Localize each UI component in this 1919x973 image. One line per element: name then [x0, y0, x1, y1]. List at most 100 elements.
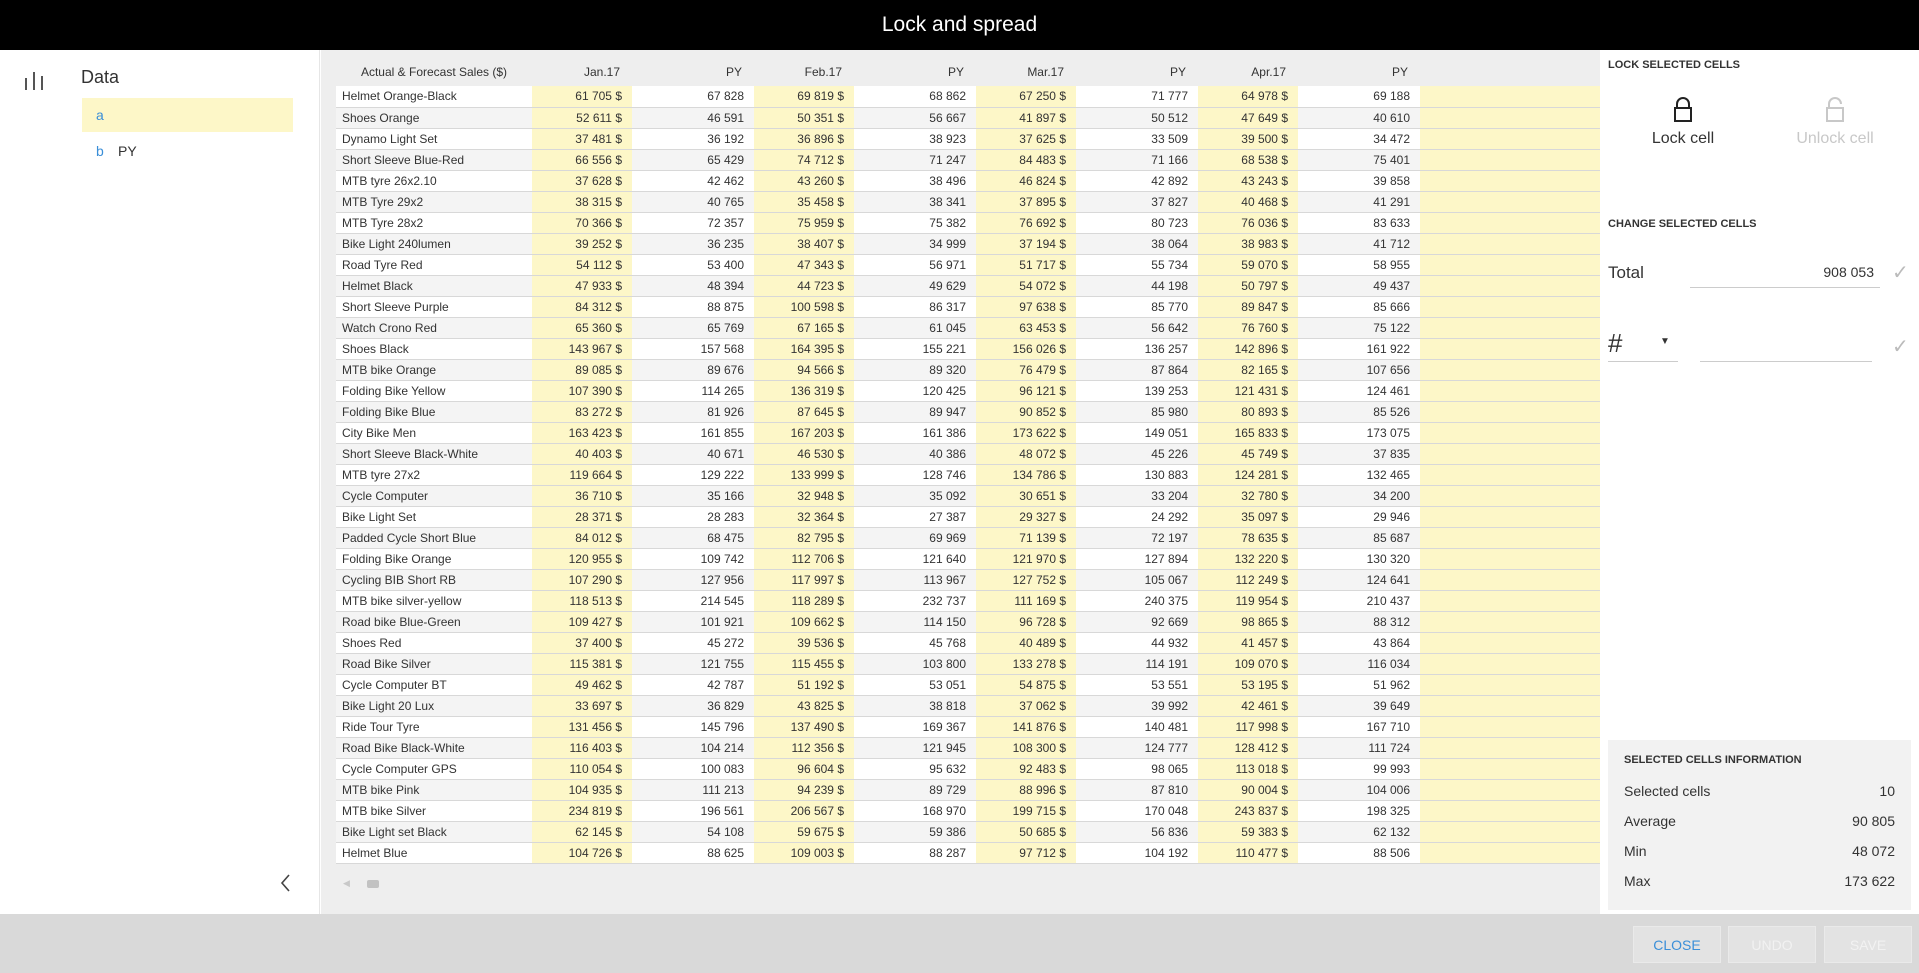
forecast-cell[interactable]: 43 260 $	[754, 170, 854, 192]
forecast-cell[interactable]: 42 461 $	[1198, 695, 1298, 717]
prior-year-cell[interactable]: 36 829	[632, 695, 754, 717]
forecast-cell[interactable]: 143 967 $	[532, 338, 632, 360]
product-name-cell[interactable]: Short Sleeve Blue-Red	[336, 149, 532, 171]
product-name-cell[interactable]: Bike Light 240lumen	[336, 233, 532, 255]
forecast-cell[interactable]: 35 097 $	[1198, 506, 1298, 528]
prior-year-cell[interactable]: 75 401	[1298, 149, 1420, 171]
prior-year-cell[interactable]: 34 472	[1298, 128, 1420, 150]
prior-year-cell[interactable]: 210 437	[1298, 590, 1420, 612]
forecast-cell[interactable]: 134 786 $	[976, 464, 1076, 486]
forecast-cell[interactable]: 46 530 $	[754, 443, 854, 465]
product-name-cell[interactable]: Cycling BIB Short RB	[336, 569, 532, 591]
prior-year-cell[interactable]: 83 633	[1298, 212, 1420, 234]
forecast-cell[interactable]: 29 327 $	[976, 506, 1076, 528]
prior-year-cell[interactable]: 85 666	[1298, 296, 1420, 318]
forecast-cell[interactable]: 67 165 $	[754, 317, 854, 339]
product-name-cell[interactable]: MTB bike Silver	[336, 800, 532, 822]
prior-year-cell[interactable]: 51 962	[1298, 674, 1420, 696]
product-name-cell[interactable]: Road Tyre Red	[336, 254, 532, 276]
forecast-cell[interactable]: 40 489 $	[976, 632, 1076, 654]
product-name-cell[interactable]: Bike Light Set	[336, 506, 532, 528]
forecast-cell[interactable]: 63 453 $	[976, 317, 1076, 339]
prior-year-cell[interactable]: 89 729	[854, 779, 976, 801]
forecast-cell[interactable]: 100 598 $	[754, 296, 854, 318]
forecast-cell[interactable]: 97 712 $	[976, 842, 1076, 864]
scroll-left-icon[interactable]: ◀	[343, 878, 350, 889]
forecast-cell[interactable]: 163 423 $	[532, 422, 632, 444]
forecast-cell[interactable]: 82 165 $	[1198, 359, 1298, 381]
forecast-cell[interactable]: 167 203 $	[754, 422, 854, 444]
product-name-cell[interactable]: Road Bike Silver	[336, 653, 532, 675]
caret-down-icon[interactable]: ▼	[1660, 336, 1670, 347]
prior-year-cell[interactable]: 87 864	[1076, 359, 1198, 381]
prior-year-cell[interactable]: 40 671	[632, 443, 754, 465]
product-name-cell[interactable]: Short Sleeve Black-White	[336, 443, 532, 465]
prior-year-cell[interactable]: 56 836	[1076, 821, 1198, 843]
forecast-cell[interactable]: 38 983 $	[1198, 233, 1298, 255]
forecast-cell[interactable]: 164 395 $	[754, 338, 854, 360]
forecast-cell[interactable]: 84 312 $	[532, 296, 632, 318]
product-name-cell[interactable]: Folding Bike Yellow	[336, 380, 532, 402]
prior-year-cell[interactable]: 42 892	[1076, 170, 1198, 192]
prior-year-cell[interactable]: 95 632	[854, 758, 976, 780]
prior-year-cell[interactable]: 34 200	[1298, 485, 1420, 507]
forecast-cell[interactable]: 36 896 $	[754, 128, 854, 150]
forecast-cell[interactable]: 137 490 $	[754, 716, 854, 738]
number-format-symbol[interactable]: #	[1608, 328, 1622, 359]
prior-year-cell[interactable]: 101 921	[632, 611, 754, 633]
product-name-cell[interactable]: Road Bike Black-White	[336, 737, 532, 759]
product-name-cell[interactable]: Cycle Computer BT	[336, 674, 532, 696]
forecast-cell[interactable]: 124 281 $	[1198, 464, 1298, 486]
prior-year-cell[interactable]: 136 257	[1076, 338, 1198, 360]
data-grid[interactable]: Actual & Forecast Sales ($) Jan.17 PY Feb.1…	[336, 58, 1801, 871]
prior-year-cell[interactable]: 58 955	[1298, 254, 1420, 276]
prior-year-cell[interactable]: 240 375	[1076, 590, 1198, 612]
product-name-cell[interactable]: Ride Tour Tyre	[336, 716, 532, 738]
sidebar-item-b[interactable]: b PY	[82, 134, 293, 168]
prior-year-cell[interactable]: 196 561	[632, 800, 754, 822]
forecast-cell[interactable]: 40 468 $	[1198, 191, 1298, 213]
forecast-cell[interactable]: 115 455 $	[754, 653, 854, 675]
forecast-cell[interactable]: 119 954 $	[1198, 590, 1298, 612]
forecast-cell[interactable]: 127 752 $	[976, 569, 1076, 591]
check-icon[interactable]: ✓	[1892, 260, 1909, 285]
prior-year-cell[interactable]: 105 067	[1076, 569, 1198, 591]
forecast-cell[interactable]: 117 997 $	[754, 569, 854, 591]
prior-year-cell[interactable]: 56 971	[854, 254, 976, 276]
forecast-cell[interactable]: 133 999 $	[754, 464, 854, 486]
prior-year-cell[interactable]: 67 828	[632, 86, 754, 108]
prior-year-cell[interactable]: 111 724	[1298, 737, 1420, 759]
forecast-cell[interactable]: 39 536 $	[754, 632, 854, 654]
forecast-cell[interactable]: 131 456 $	[532, 716, 632, 738]
prior-year-cell[interactable]: 113 967	[854, 569, 976, 591]
prior-year-cell[interactable]: 72 357	[632, 212, 754, 234]
forecast-cell[interactable]: 98 865 $	[1198, 611, 1298, 633]
prior-year-cell[interactable]: 127 956	[632, 569, 754, 591]
forecast-cell[interactable]: 46 824 $	[976, 170, 1076, 192]
prior-year-cell[interactable]: 121 640	[854, 548, 976, 570]
forecast-cell[interactable]: 59 675 $	[754, 821, 854, 843]
forecast-cell[interactable]: 68 538 $	[1198, 149, 1298, 171]
prior-year-cell[interactable]: 88 287	[854, 842, 976, 864]
forecast-cell[interactable]: 97 638 $	[976, 296, 1076, 318]
forecast-cell[interactable]: 206 567 $	[754, 800, 854, 822]
forecast-cell[interactable]: 108 300 $	[976, 737, 1076, 759]
prior-year-cell[interactable]: 49 437	[1298, 275, 1420, 297]
prior-year-cell[interactable]: 45 768	[854, 632, 976, 654]
forecast-cell[interactable]: 133 278 $	[976, 653, 1076, 675]
prior-year-cell[interactable]: 145 796	[632, 716, 754, 738]
forecast-cell[interactable]: 90 004 $	[1198, 779, 1298, 801]
prior-year-cell[interactable]: 50 512	[1076, 107, 1198, 129]
number-input[interactable]	[1700, 328, 1872, 362]
forecast-cell[interactable]: 32 780 $	[1198, 485, 1298, 507]
prior-year-cell[interactable]: 35 166	[632, 485, 754, 507]
forecast-cell[interactable]: 76 692 $	[976, 212, 1076, 234]
prior-year-cell[interactable]: 139 253	[1076, 380, 1198, 402]
forecast-cell[interactable]: 45 749 $	[1198, 443, 1298, 465]
prior-year-cell[interactable]: 89 676	[632, 359, 754, 381]
prior-year-cell[interactable]: 104 192	[1076, 842, 1198, 864]
prior-year-cell[interactable]: 92 669	[1076, 611, 1198, 633]
prior-year-cell[interactable]: 27 387	[854, 506, 976, 528]
prior-year-cell[interactable]: 214 545	[632, 590, 754, 612]
bar-chart-icon[interactable]	[24, 70, 46, 90]
